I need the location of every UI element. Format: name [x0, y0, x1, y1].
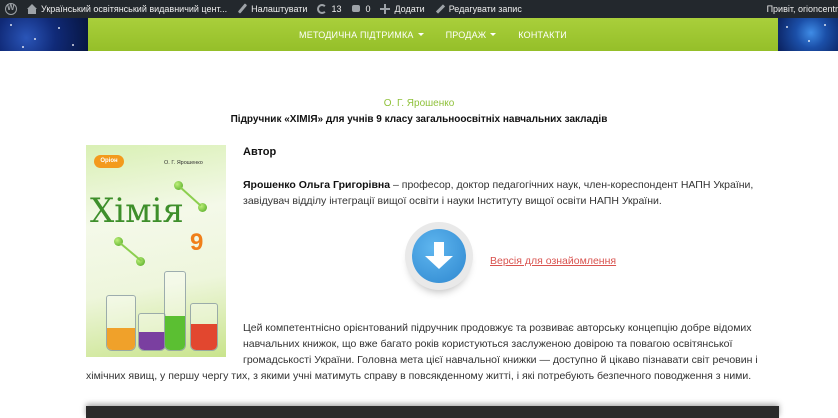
account-menu[interactable]: Привіт, orioncentr	[762, 0, 838, 18]
customize-label: Налаштувати	[251, 4, 308, 14]
cover-grade: 9	[190, 229, 204, 256]
preview-version-link[interactable]: Версія для ознайомлення	[490, 255, 616, 267]
pencil-icon	[435, 4, 445, 14]
flask-decoration	[164, 271, 186, 351]
flask-decoration	[138, 313, 166, 351]
wordpress-icon	[5, 3, 17, 15]
flask-decoration	[106, 295, 136, 351]
space-background-left	[0, 18, 88, 51]
home-icon	[27, 4, 37, 14]
caret-down-icon	[417, 33, 424, 36]
comment-icon	[351, 4, 361, 14]
updates-count: 13	[331, 4, 342, 14]
cover-title: Хімія	[90, 191, 184, 231]
edit-post-label: Редагувати запис	[448, 4, 522, 14]
admin-bar: Український освітянський видавничий цент…	[0, 0, 838, 18]
customize-link[interactable]: Налаштувати	[232, 0, 312, 18]
bond-decoration	[119, 242, 143, 262]
nav-item-contacts[interactable]: КОНТАКТИ	[518, 30, 567, 40]
edit-post-link[interactable]: Редагувати запис	[430, 0, 527, 18]
add-new-label: Додати	[394, 4, 425, 14]
author-name: Ярошенко Ольга Григорівна	[243, 179, 391, 191]
site-name: Український освітянський видавничий цент…	[41, 4, 228, 14]
updates-icon	[317, 4, 328, 14]
site-header: МЕТОДИЧНА ПІДТРИМКА ПРОДАЖ КОНТАКТИ	[0, 18, 838, 51]
updates-link[interactable]: 13	[312, 0, 346, 18]
comments-count: 0	[365, 4, 371, 14]
greeting: Привіт, orioncentr	[766, 4, 838, 14]
download-icon[interactable]	[405, 222, 473, 290]
author-description: Ярошенко Ольга Григорівна – професор, до…	[243, 177, 763, 209]
brush-icon	[237, 4, 247, 14]
nav-label: КОНТАКТИ	[518, 29, 567, 40]
nav-item-sales[interactable]: ПРОДАЖ	[446, 30, 497, 40]
book-description-continued: хімічних явищ, у першу чергу тих, з яким…	[86, 370, 752, 382]
add-new-menu[interactable]: Додати	[375, 0, 429, 18]
caret-down-icon	[490, 33, 497, 36]
author-heading: Автор	[243, 146, 277, 158]
site-name-menu[interactable]: Український освітянський видавничий цент…	[22, 0, 232, 18]
nav-label: МЕТОДИЧНА ПІДТРИМКА	[299, 29, 414, 40]
comments-link[interactable]: 0	[346, 0, 375, 18]
wp-logo-menu[interactable]	[0, 0, 22, 18]
flask-decoration	[190, 303, 218, 351]
cover-author: О. Г. Ярошенко	[164, 160, 203, 166]
book-cover: Оріон О. Г. Ярошенко Хімія 9	[86, 145, 226, 357]
book-description: Цей компетентнісно орієнтований підручни…	[243, 322, 758, 366]
nav-item-methodical-support[interactable]: МЕТОДИЧНА ПІДТРИМКА	[299, 30, 424, 40]
footer-bar	[86, 406, 779, 418]
space-background-right	[778, 18, 838, 51]
author-subtitle: О. Г. Ярошенко	[383, 98, 455, 109]
page-title: Підручник «ХІМІЯ» для учнів 9 класу зага…	[230, 114, 608, 125]
plus-icon	[380, 4, 391, 14]
publisher-logo: Оріон	[94, 155, 124, 168]
main-nav: МЕТОДИЧНА ПІДТРИМКА ПРОДАЖ КОНТАКТИ	[88, 18, 778, 51]
nav-label: ПРОДАЖ	[445, 29, 487, 40]
